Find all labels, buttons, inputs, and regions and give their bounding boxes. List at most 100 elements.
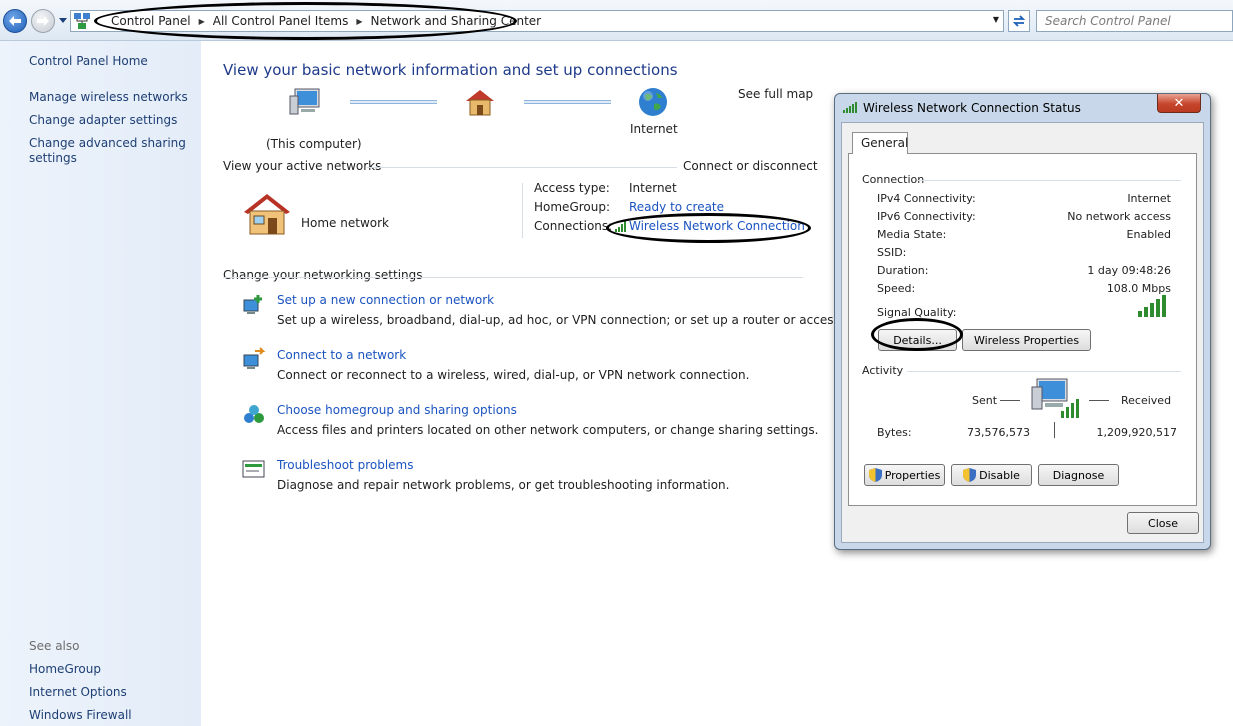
wireless-connection-link[interactable]: Wireless Network Connection — [629, 219, 805, 233]
connect-network-icon — [243, 347, 266, 369]
homegroup-label: HomeGroup: — [534, 200, 611, 214]
change-adapter-settings-link[interactable]: Change adapter settings — [29, 113, 177, 128]
media-state-label: Media State: — [877, 228, 947, 241]
received-label: Received — [1121, 394, 1172, 407]
page-title: View your basic network information and … — [223, 61, 678, 79]
homegroup-icon — [244, 405, 264, 423]
access-type-value: Internet — [629, 181, 677, 195]
ipv6-label: IPv6 Connectivity: — [877, 210, 976, 223]
uac-shield-icon — [963, 468, 977, 482]
breadcrumb-control-panel[interactable]: Control Panel — [111, 14, 191, 28]
see-full-map-link[interactable]: See full map — [738, 87, 813, 101]
recent-pages-dropdown[interactable] — [58, 15, 68, 25]
received-line — [1089, 400, 1109, 401]
wireless-signal-icon — [615, 221, 626, 232]
search-placeholder: Search Control Panel — [1045, 14, 1171, 28]
forward-button[interactable] — [31, 9, 55, 33]
wireless-properties-button[interactable]: Wireless Properties — [962, 329, 1091, 351]
access-type-label: Access type: — [534, 181, 610, 195]
section-divider — [367, 167, 677, 168]
disable-button[interactable]: Disable — [951, 464, 1032, 486]
see-also-heading: See also — [29, 639, 80, 653]
setup-connection-description: Set up a wireless, broadband, dial-up, a… — [277, 313, 878, 327]
bytes-label: Bytes: — [877, 426, 912, 439]
close-icon: ✕ — [1173, 95, 1185, 111]
uac-shield-icon — [868, 468, 882, 482]
properties-button[interactable]: Properties — [864, 464, 945, 486]
network-link-line — [350, 100, 437, 104]
dialog-close-button[interactable]: ✕ — [1157, 94, 1201, 113]
address-field[interactable]: Control Panel ▶ All Control Panel Items … — [70, 10, 1004, 32]
new-connection-icon — [243, 295, 262, 314]
network-activity-icon — [1031, 378, 1079, 418]
change-settings-heading: Change your networking settings — [223, 268, 423, 282]
ssid-label: SSID: — [877, 246, 907, 259]
sent-bytes-value: 73,576,573 — [967, 426, 1030, 439]
diagnose-button[interactable]: Diagnose — [1038, 464, 1119, 486]
tab-general[interactable]: General — [852, 132, 908, 154]
search-input[interactable]: Search Control Panel — [1036, 10, 1233, 32]
internet-label: Internet — [630, 122, 678, 136]
homegroup-link[interactable]: HomeGroup — [29, 662, 101, 677]
network-details-divider — [522, 183, 523, 238]
computer-icon[interactable] — [289, 88, 323, 118]
troubleshoot-link[interactable]: Troubleshoot problems — [277, 458, 413, 472]
section-divider — [223, 277, 803, 278]
home-network-large-icon — [244, 194, 290, 235]
homegroup-sharing-link[interactable]: Choose homegroup and sharing options — [277, 403, 517, 417]
network-center-icon — [74, 13, 90, 29]
speed-label: Speed: — [877, 282, 916, 295]
ipv6-value: No network access — [1067, 210, 1171, 223]
troubleshoot-description: Diagnose and repair network problems, or… — [277, 478, 730, 492]
refresh-icon — [1012, 15, 1026, 27]
breadcrumb-separator-icon[interactable]: ▶ — [356, 17, 362, 26]
refresh-button[interactable] — [1008, 10, 1030, 32]
ipv4-value: Internet — [1127, 192, 1171, 205]
breadcrumb: Control Panel ▶ All Control Panel Items … — [111, 14, 541, 28]
homegroup-ready-link[interactable]: Ready to create — [629, 200, 724, 214]
close-button[interactable]: Close — [1127, 512, 1199, 534]
connect-to-network-link[interactable]: Connect to a network — [277, 348, 406, 362]
setup-connection-link[interactable]: Set up a new connection or network — [277, 293, 494, 307]
breadcrumb-all-items[interactable]: All Control Panel Items — [213, 14, 349, 28]
manage-wireless-networks-link[interactable]: Manage wireless networks — [29, 90, 188, 105]
group-divider — [907, 371, 1181, 372]
control-panel-home-link[interactable]: Control Panel Home — [29, 54, 148, 69]
connect-to-network-description: Connect or reconnect to a wireless, wire… — [277, 368, 750, 382]
sent-label: Sent — [972, 394, 998, 407]
bytes-divider — [1054, 422, 1055, 438]
troubleshoot-icon — [242, 460, 265, 478]
disable-button-label: Disable — [979, 468, 1020, 482]
address-bar: Control Panel ▶ All Control Panel Items … — [0, 0, 1233, 41]
sent-line — [1000, 400, 1020, 401]
breadcrumb-network-sharing[interactable]: Network and Sharing Center — [371, 14, 542, 28]
signal-strength-icon — [1138, 295, 1166, 317]
signal-quality-label: Signal Quality: — [877, 306, 957, 319]
windows-firewall-link[interactable]: Windows Firewall — [29, 708, 132, 723]
internet-options-link[interactable]: Internet Options — [29, 685, 127, 700]
home-network-icon[interactable] — [463, 87, 497, 117]
received-bytes-value: 1,209,920,517 — [1096, 426, 1177, 439]
this-computer-label: (This computer) — [266, 137, 362, 151]
general-tab-panel: Connection IPv4 Connectivity: Internet I… — [848, 153, 1197, 506]
address-dropdown-icon[interactable]: ▼ — [993, 15, 999, 24]
change-advanced-sharing-link[interactable]: Change advanced sharing settings — [29, 136, 189, 166]
connection-group-heading: Connection — [862, 173, 925, 186]
dialog-title: Wireless Network Connection Status — [863, 101, 1081, 115]
details-button[interactable]: Details... — [878, 329, 957, 351]
home-network-link[interactable]: Home network — [301, 216, 389, 230]
activity-group-heading: Activity — [862, 364, 904, 377]
wireless-signal-icon — [843, 102, 857, 113]
back-button[interactable] — [3, 9, 27, 33]
speed-value: 108.0 Mbps — [1106, 282, 1171, 295]
connections-label: Connections: — [534, 219, 613, 233]
breadcrumb-separator-icon[interactable]: ▶ — [199, 17, 205, 26]
dialog-body: General Connection IPv4 Connectivity: In… — [841, 122, 1204, 543]
chevron-down-icon — [59, 17, 67, 23]
connect-disconnect-link[interactable]: Connect or disconnect — [683, 159, 818, 173]
wireless-status-dialog: Wireless Network Connection Status ✕ Gen… — [834, 93, 1211, 550]
internet-globe-icon[interactable] — [637, 86, 669, 118]
group-divider — [917, 180, 1181, 181]
forward-arrow-icon — [37, 16, 49, 26]
back-arrow-icon — [9, 16, 21, 26]
